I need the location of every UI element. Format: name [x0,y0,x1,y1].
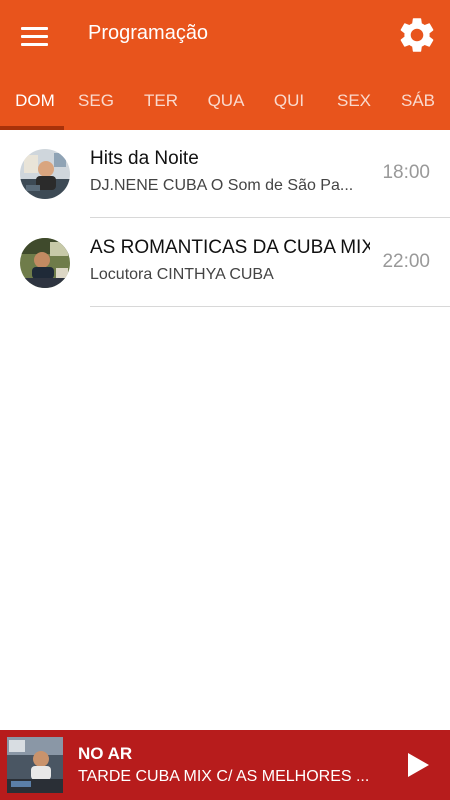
host-avatar [20,238,70,288]
page-title: Programação [88,22,209,44]
program-host: Locutora CINTHYA CUBA [90,266,274,283]
program-title: Hits da Noite [90,148,199,169]
divider [90,217,450,218]
tab-sab[interactable]: SÁB [386,72,450,130]
tab-dom[interactable]: DOM [3,72,67,130]
tab-ter[interactable]: TER [129,72,193,130]
hamburger-menu-icon[interactable] [14,16,56,56]
gear-icon[interactable] [396,14,438,56]
on-air-label: NO AR [78,744,133,763]
play-icon[interactable] [400,748,434,782]
list-item[interactable]: Hits da Noite DJ.NENE CUBA O Som de São … [0,130,450,219]
tab-qui[interactable]: QUI [257,72,321,130]
now-playing-bar[interactable]: NO AR TARDE CUBA MIX C/ AS MELHORES ... [0,730,450,800]
program-title: AS ROMANTICAS DA CUBA MIX [90,237,370,258]
divider [90,306,450,307]
tab-qua[interactable]: QUA [194,72,258,130]
toolbar: Programação [0,0,450,72]
program-time: 18:00 [382,162,430,183]
program-host: DJ.NENE CUBA O Som de São Pa... [90,177,354,194]
list-item[interactable]: AS ROMANTICAS DA CUBA MIX Locutora CINTH… [0,219,450,308]
tab-seg[interactable]: SEG [64,72,128,130]
now-playing-thumbnail [7,737,63,793]
app-bar: Programação DOM SEG TER QUA QUI SEX SÁB [0,0,450,130]
host-avatar [20,149,70,199]
now-playing-title: TARDE CUBA MIX C/ AS MELHORES ... [78,768,370,785]
tab-sex[interactable]: SEX [322,72,386,130]
day-tabs: DOM SEG TER QUA QUI SEX SÁB [0,72,450,130]
program-time: 22:00 [382,251,430,272]
